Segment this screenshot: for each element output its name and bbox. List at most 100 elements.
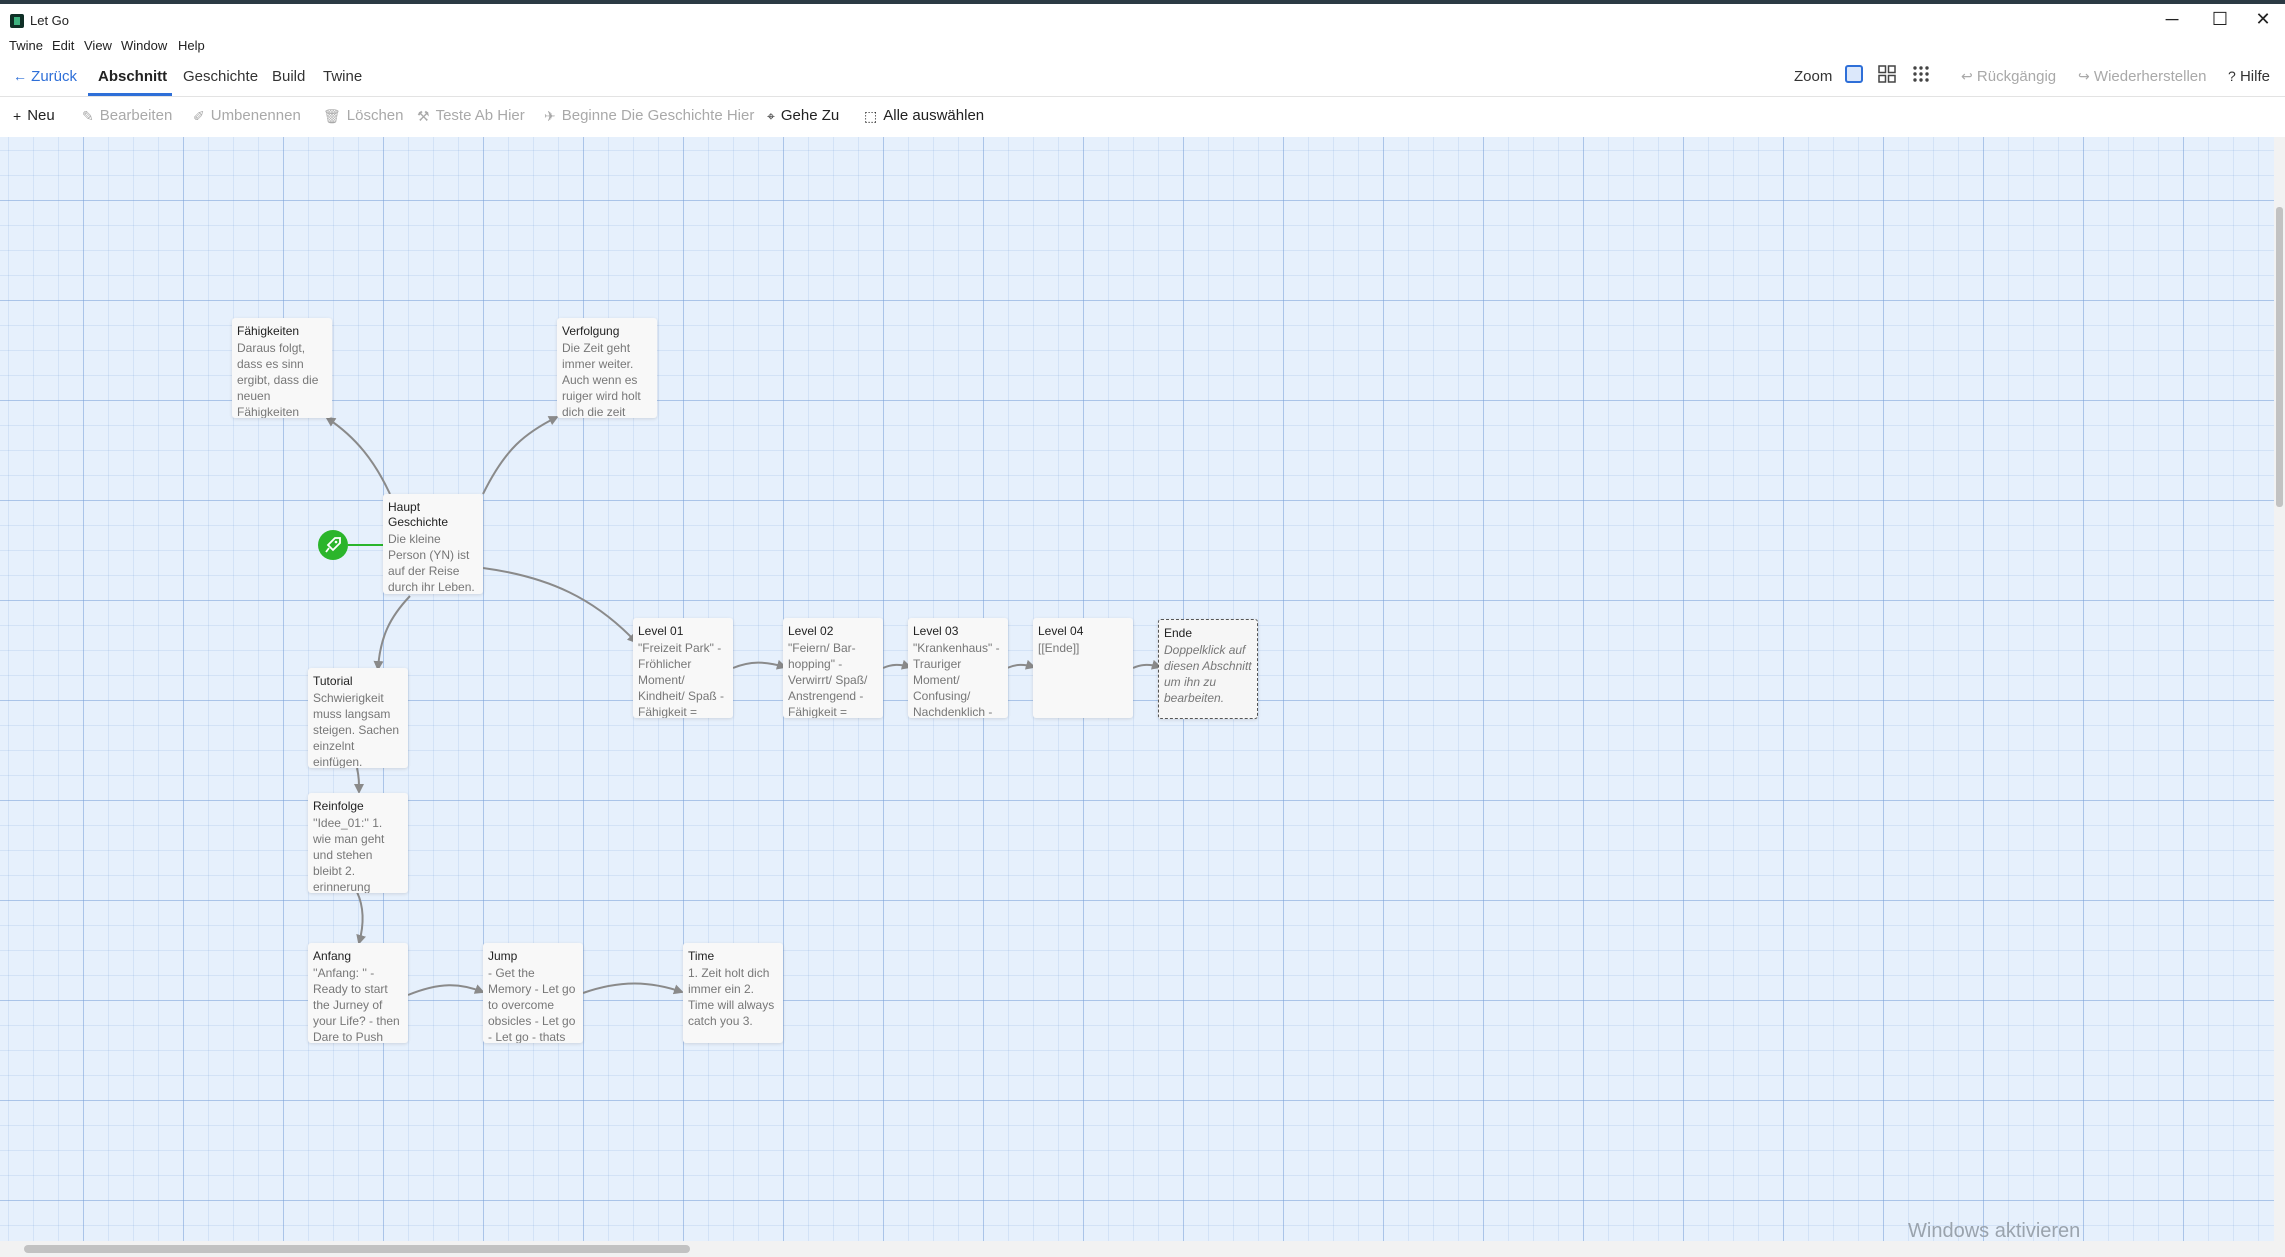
app-icon <box>10 14 24 28</box>
passage-excerpt: - Get the Memory - Let go to overcome ob… <box>488 966 576 1043</box>
zoom-single-icon <box>1845 65 1863 83</box>
horizontal-scroll-thumb[interactable] <box>24 1245 690 1253</box>
passage-title: Level 02 <box>788 624 834 638</box>
arrow-left-icon: ← <box>13 68 27 84</box>
passage-card[interactable]: Tutorial Schwierigkeit muss langsam stei… <box>308 668 408 768</box>
tab-abschnitt[interactable]: Abschnitt <box>98 68 167 85</box>
passage-title: Level 03 <box>913 624 959 638</box>
passage-title: Anfang <box>313 949 352 963</box>
activation-watermark: Windows aktivieren <box>1908 1220 2081 1242</box>
close-button[interactable]: ✕ <box>2240 4 2285 34</box>
start-connector <box>348 544 384 546</box>
rename-button[interactable]: ✐ Umbenennen <box>193 107 301 124</box>
passage-card[interactable]: Fähigkeiten Daraus folgt, dass es sinn e… <box>232 318 332 418</box>
trash-icon: 🗑 <box>323 107 341 124</box>
plus-icon: + <box>13 107 22 124</box>
passage-card[interactable]: Level 02 "Feiern/ Bar-hopping" - Verwirr… <box>783 618 883 718</box>
passage-card[interactable]: Level 01 "Freizeit Park" - Fröhlicher Mo… <box>633 618 733 718</box>
maximize-button[interactable]: ☐ <box>2197 4 2243 34</box>
passage-title: Level 04 <box>1038 624 1084 638</box>
vertical-scrollbar[interactable] <box>2274 137 2285 1241</box>
new-label: Neu <box>27 107 55 124</box>
redo-button[interactable]: ↪ Wiederherstellen <box>2078 68 2206 85</box>
link-haupt-verfolgung <box>482 416 559 495</box>
active-tab-indicator <box>88 93 172 96</box>
start-passage-badge <box>318 530 348 560</box>
menu-window[interactable]: Window <box>121 38 167 53</box>
test-from-here-label: Teste Ab Hier <box>435 107 525 124</box>
undo-icon: ↩ <box>1961 68 1973 84</box>
passage-excerpt: ''Idee_01:'' 1. wie man geht und stehen … <box>313 816 385 893</box>
tab-bar: ← Zurück Abschnitt Geschichte Build Twin… <box>0 56 2285 97</box>
story-map-canvas[interactable]: Fähigkeiten Daraus folgt, dass es sinn e… <box>0 137 2285 1241</box>
passage-excerpt: ''Anfang: '' - Ready to start the Jurney… <box>313 966 400 1043</box>
zoom-100-button[interactable] <box>1845 65 1863 87</box>
passage-title: Tutorial <box>313 674 353 688</box>
passage-card[interactable]: Anfang ''Anfang: '' - Ready to start the… <box>308 943 408 1043</box>
menu-view[interactable]: View <box>84 38 112 53</box>
passage-card[interactable]: Haupt Geschichte Die kleine Person (YN) … <box>383 494 483 594</box>
passage-card[interactable]: Verfolgung Die Zeit geht immer weiter. A… <box>557 318 657 418</box>
passage-title: Verfolgung <box>562 324 620 338</box>
vertical-scroll-thumb[interactable] <box>2276 207 2283 507</box>
link-jump-time <box>582 982 684 995</box>
menu-help[interactable]: Help <box>178 38 205 53</box>
tab-build[interactable]: Build <box>272 68 305 85</box>
help-icon: ? <box>2228 68 2236 84</box>
passage-card[interactable]: Reinfolge ''Idee_01:'' 1. wie man geht u… <box>308 793 408 893</box>
zoom-30-button[interactable] <box>1912 65 1930 87</box>
link-reinfolge-anfang <box>356 891 366 945</box>
rocket-icon: ✈ <box>544 107 556 124</box>
target-icon: ⌖ <box>767 107 775 124</box>
passage-excerpt: "Krankenhaus" - Trauriger Moment/ Confus… <box>913 641 1000 718</box>
passage-excerpt: [[Ende]] <box>1038 641 1080 655</box>
zoom-grid-icon <box>1878 65 1896 83</box>
passage-card-placeholder[interactable]: Ende Doppelklick auf diesen Abschnitt um… <box>1158 619 1258 719</box>
new-passage-button[interactable]: + Neu <box>13 107 55 124</box>
link-haupt-tutorial <box>373 595 411 671</box>
passage-title: Haupt Geschichte <box>388 500 449 529</box>
select-all-label: Alle auswählen <box>883 107 985 124</box>
passage-title: Reinfolge <box>313 799 364 813</box>
delete-button[interactable]: 🗑 Löschen <box>323 107 404 124</box>
passage-card[interactable]: Time 1. Zeit holt dich immer ein 2. Time… <box>683 943 783 1043</box>
edit-button[interactable]: ✎ Bearbeiten <box>82 107 172 124</box>
tab-geschichte[interactable]: Geschichte <box>183 68 258 85</box>
title-bar: Let Go <box>0 4 2285 34</box>
go-to-button[interactable]: ⌖ Gehe Zu <box>767 107 839 124</box>
help-button[interactable]: ? Hilfe <box>2228 68 2270 85</box>
passage-excerpt: "Feiern/ Bar-hopping" - Verwirrt/ Spaß/ … <box>788 641 868 718</box>
rename-label: Umbenennen <box>210 107 301 124</box>
zoom-60-button[interactable] <box>1878 65 1896 87</box>
back-button[interactable]: ← Zurück <box>13 68 77 85</box>
link-haupt-level01 <box>482 567 638 644</box>
start-story-here-label: Beginne Die Geschichte Hier <box>561 107 755 124</box>
minimize-button[interactable]: ─ <box>2149 4 2195 34</box>
help-label: Hilfe <box>2239 68 2270 85</box>
link-level04-ende <box>1132 659 1162 670</box>
test-from-here-button[interactable]: ⚒ Teste Ab Hier <box>417 107 525 124</box>
tool-icon: ⚒ <box>417 107 430 124</box>
passage-excerpt: "Freizeit Park" - Fröhlicher Moment/ Kin… <box>638 641 725 718</box>
undo-label: Rückgängig <box>1976 68 2057 85</box>
horizontal-scrollbar[interactable] <box>0 1241 2285 1257</box>
passage-card[interactable]: Level 03 "Krankenhaus" - Trauriger Momen… <box>908 618 1008 718</box>
link-tutorial-reinfolge <box>353 767 364 794</box>
select-all-icon: ⬚ <box>864 107 878 124</box>
passage-card[interactable]: Jump - Get the Memory - Let go to overco… <box>483 943 583 1043</box>
start-story-here-button[interactable]: ✈ Beginne Die Geschichte Hier <box>544 107 754 124</box>
redo-label: Wiederherstellen <box>2093 68 2207 85</box>
passage-card[interactable]: Level 04 [[Ende]] <box>1033 618 1133 718</box>
select-all-button[interactable]: ⬚ Alle auswählen <box>864 107 984 124</box>
link-anfang-jump <box>407 984 485 996</box>
window-title: Let Go <box>30 13 70 28</box>
redo-icon: ↪ <box>2078 68 2090 84</box>
link-level03-level04 <box>1006 659 1036 670</box>
passage-title: Fähigkeiten <box>237 324 300 338</box>
menu-edit[interactable]: Edit <box>52 38 74 53</box>
passage-excerpt: Die kleine Person (YN) ist auf der Reise… <box>388 532 475 594</box>
undo-button[interactable]: ↩ Rückgängig <box>1961 68 2056 85</box>
passage-excerpt: Schwierigkeit muss langsam steigen. Sach… <box>313 691 400 768</box>
menu-twine[interactable]: Twine <box>9 38 43 53</box>
tab-twine[interactable]: Twine <box>323 68 362 85</box>
